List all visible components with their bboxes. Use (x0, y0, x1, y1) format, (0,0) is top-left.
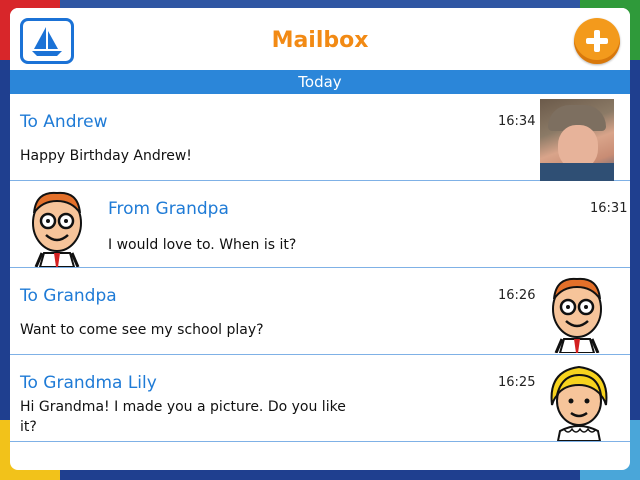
header: Mailbox (10, 8, 630, 70)
message-title: To Andrew (20, 112, 108, 132)
list-item[interactable]: To Andrew Happy Birthday Andrew! 16:34 (10, 94, 630, 181)
message-time: 16:26 (498, 288, 536, 303)
message-time: 16:34 (498, 114, 536, 129)
grandpa-icon (552, 277, 602, 353)
list-item[interactable]: To Grandpa Want to come see my school pl… (10, 268, 630, 355)
plus-icon (586, 30, 608, 52)
message-body: Hi Grandma! I made you a picture. Do you… (20, 399, 346, 435)
grandpa-icon (32, 191, 82, 267)
list-item[interactable]: To Grandma Lily Hi Grandma! I made you a… (10, 355, 630, 442)
message-body: Happy Birthday Andrew! (20, 148, 192, 164)
message-title: From Grandpa (108, 199, 229, 219)
grandma-icon (550, 365, 608, 441)
mailbox-app: Mailbox Today To Andrew Happy Birthday A… (10, 8, 630, 470)
message-body: Want to come see my school play? (20, 322, 264, 338)
message-title: To Grandma Lily (20, 373, 157, 393)
message-body: I would love to. When is it? (108, 237, 297, 253)
section-header: Today (10, 70, 630, 94)
message-title: To Grandpa (20, 286, 117, 306)
message-list: To Andrew Happy Birthday Andrew! 16:34 F… (10, 94, 630, 442)
list-item[interactable]: From Grandpa I would love to. When is it… (10, 181, 630, 268)
avatar-photo (540, 99, 614, 181)
message-time: 16:31 (590, 201, 628, 216)
page-title: Mailbox (271, 28, 369, 53)
message-time: 16:25 (498, 375, 536, 390)
compose-button[interactable] (574, 18, 620, 64)
